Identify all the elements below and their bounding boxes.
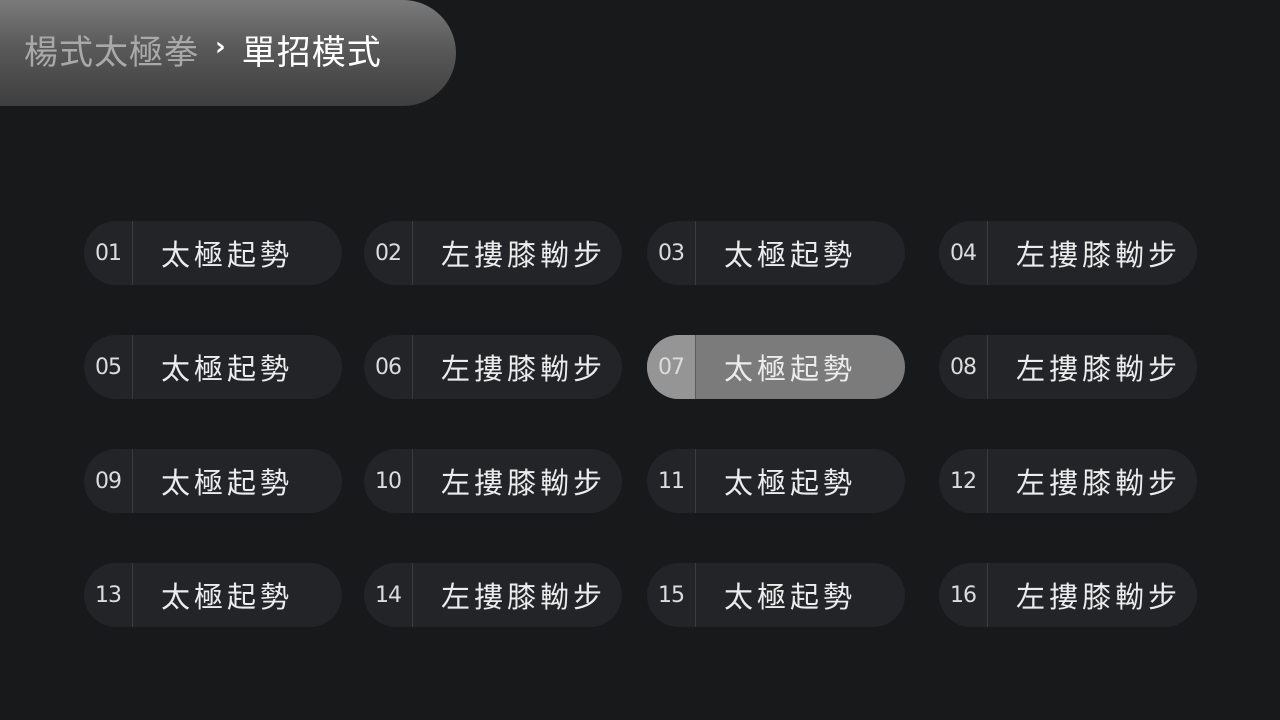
move-name: 左摟膝軪步 [1016,580,1182,614]
move-number: 09 [95,468,122,494]
move-name: 左摟膝軪步 [441,466,607,500]
move-number-box: 09 [84,449,133,513]
move-number: 08 [950,354,977,380]
move-name: 太極起勢 [161,238,294,272]
move-number: 01 [95,240,122,266]
move-name: 左摟膝軪步 [441,352,607,386]
move-item-07[interactable]: 07 太極起勢 [647,335,905,399]
move-number: 15 [658,582,685,608]
move-item-11[interactable]: 11 太極起勢 [647,449,905,513]
move-number: 07 [658,354,685,380]
move-number: 11 [658,468,685,494]
move-item-08[interactable]: 08 左摟膝軪步 [939,335,1197,399]
move-item-10[interactable]: 10 左摟膝軪步 [364,449,622,513]
move-number-box: 04 [939,221,988,285]
move-number-box: 01 [84,221,133,285]
move-item-15[interactable]: 15 太極起勢 [647,563,905,627]
move-number-box: 08 [939,335,988,399]
move-item-09[interactable]: 09 太極起勢 [84,449,342,513]
move-name: 左摟膝軪步 [1016,238,1182,272]
move-item-13[interactable]: 13 太極起勢 [84,563,342,627]
move-number-box: 02 [364,221,413,285]
move-number-box: 14 [364,563,413,627]
move-name: 太極起勢 [724,352,857,386]
move-number-box: 12 [939,449,988,513]
move-name: 左摟膝軪步 [1016,466,1182,500]
move-number: 03 [658,240,685,266]
move-number: 04 [950,240,977,266]
move-number-box: 13 [84,563,133,627]
move-number: 05 [95,354,122,380]
move-name: 左摟膝軪步 [441,238,607,272]
move-item-16[interactable]: 16 左摟膝軪步 [939,563,1197,627]
move-name: 太極起勢 [724,238,857,272]
move-item-03[interactable]: 03 太極起勢 [647,221,905,285]
move-number-box: 05 [84,335,133,399]
move-number-box: 10 [364,449,413,513]
move-number-box: 16 [939,563,988,627]
move-name: 太極起勢 [161,580,294,614]
move-number-box: 07 [647,335,696,399]
move-name: 左摟膝軪步 [441,580,607,614]
move-name: 太極起勢 [161,352,294,386]
move-number-box: 11 [647,449,696,513]
move-item-05[interactable]: 05 太極起勢 [84,335,342,399]
move-item-04[interactable]: 04 左摟膝軪步 [939,221,1197,285]
move-name: 太極起勢 [724,580,857,614]
move-number-box: 06 [364,335,413,399]
move-number-box: 15 [647,563,696,627]
move-number: 12 [950,468,977,494]
move-number: 10 [375,468,402,494]
move-item-06[interactable]: 06 左摟膝軪步 [364,335,622,399]
move-item-14[interactable]: 14 左摟膝軪步 [364,563,622,627]
move-item-01[interactable]: 01 太極起勢 [84,221,342,285]
move-item-02[interactable]: 02 左摟膝軪步 [364,221,622,285]
move-name: 左摟膝軪步 [1016,352,1182,386]
move-number-box: 03 [647,221,696,285]
move-number: 13 [95,582,122,608]
move-name: 太極起勢 [161,466,294,500]
move-grid: 01 太極起勢 02 左摟膝軪步 03 太極起勢 04 左摟膝軪步 05 太極起… [0,0,1280,720]
move-name: 太極起勢 [724,466,857,500]
move-number: 06 [375,354,402,380]
move-number: 14 [375,582,402,608]
move-item-12[interactable]: 12 左摟膝軪步 [939,449,1197,513]
move-number: 02 [375,240,402,266]
move-number: 16 [950,582,977,608]
